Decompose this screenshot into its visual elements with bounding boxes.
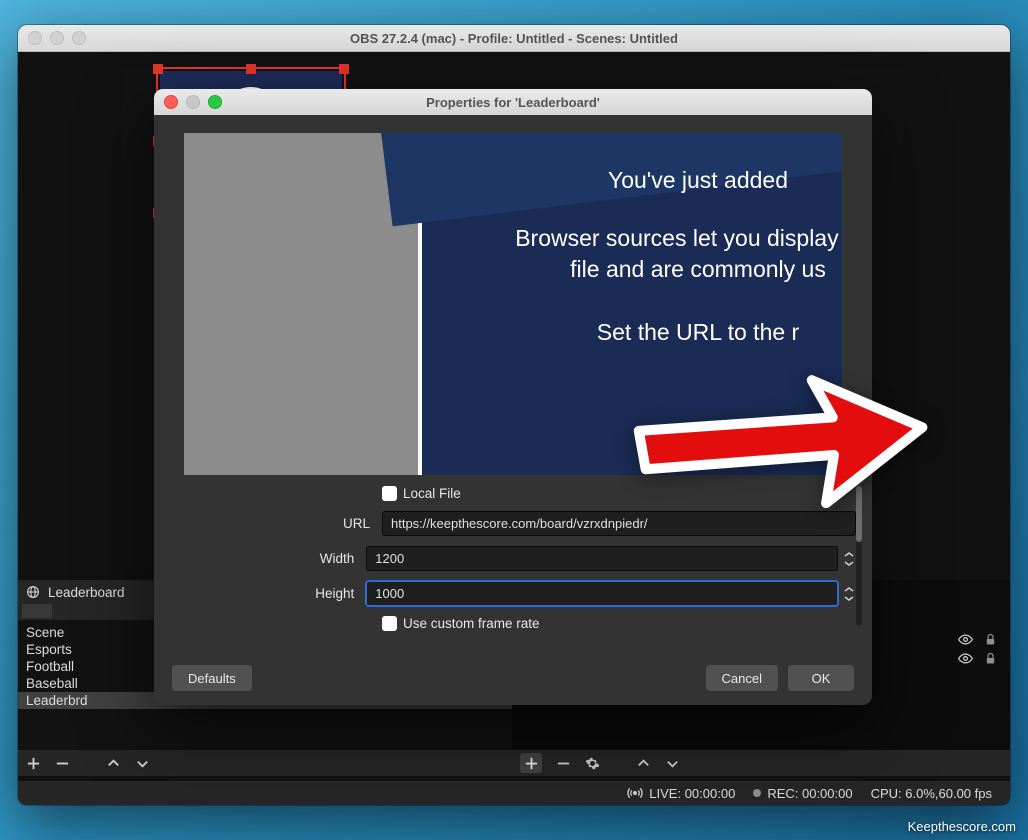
height-row: Height 1000 [240,581,856,606]
height-input[interactable]: 1000 [366,581,838,606]
width-row: Width 1200 [240,546,856,571]
local-file-checkbox[interactable] [382,486,397,501]
minus-icon[interactable] [55,756,70,771]
custom-fps-row: Use custom frame rate [240,616,856,631]
preview-text: Browser sources let you display a w file… [422,223,842,285]
sources-header-label: Leaderboard [48,585,125,600]
ok-button[interactable]: OK [788,665,854,691]
status-rec: REC: 00:00:00 [767,786,852,801]
cancel-button[interactable]: Cancel [706,665,778,691]
width-input[interactable]: 1200 [366,546,838,571]
local-file-row: Local File [240,486,856,501]
properties-form: Local File URL https://keepthescore.com/… [240,486,856,641]
url-row: URL https://keepthescore.com/board/vzrxd… [240,511,856,536]
width-label: Width [240,551,366,566]
url-input[interactable]: https://keepthescore.com/board/vzrxdnpie… [382,511,856,536]
status-live: LIVE: 00:00:00 [649,786,735,801]
custom-fps-checkbox[interactable] [382,616,397,631]
preview-text: Set the URL to the r [422,319,842,346]
width-stepper[interactable] [842,546,856,571]
add-source-button[interactable] [520,753,542,773]
custom-fps-label: Use custom frame rate [403,616,540,631]
footer-credit: Keepthescore.com [908,819,1016,834]
chevron-down-icon [844,560,854,567]
dialog-title: Properties for 'Leaderboard' [154,95,872,110]
local-file-label: Local File [403,486,461,501]
status-bar: LIVE: 00:00:00 REC: 00:00:00 CPU: 6.0%,6… [18,781,1010,805]
gear-icon[interactable] [585,756,600,771]
preview-text: You've just added [422,167,842,194]
resize-handle[interactable] [339,64,349,74]
chevron-up-icon[interactable] [106,756,121,771]
dialog-button-row: Defaults Cancel OK [154,665,872,691]
height-stepper[interactable] [842,581,856,606]
lock-icon[interactable] [983,632,998,647]
chevron-down-icon [844,595,854,602]
lock-icon[interactable] [983,651,998,666]
plus-icon[interactable] [26,756,41,771]
form-scrollbar[interactable] [856,486,862,626]
resize-handle[interactable] [153,64,163,74]
globe-icon [26,585,40,599]
defaults-button[interactable]: Defaults [172,665,252,691]
url-label: URL [240,516,382,531]
record-dot-icon [753,789,761,797]
chevron-down-icon[interactable] [135,756,150,771]
broadcast-icon [627,785,643,801]
plus-icon [524,756,539,771]
chevron-up-icon[interactable] [636,756,651,771]
chevron-up-icon [844,551,854,558]
chevron-up-icon [844,586,854,593]
dialog-titlebar: Properties for 'Leaderboard' [154,89,872,115]
resize-handle[interactable] [246,64,256,74]
scene-toolbar [18,750,520,776]
status-cpu: CPU: 6.0%,60.00 fps [871,786,992,801]
height-label: Height [240,586,366,601]
eye-icon[interactable] [958,632,973,647]
chevron-down-icon[interactable] [665,756,680,771]
eye-icon[interactable] [958,651,973,666]
titlebar: OBS 27.2.4 (mac) - Profile: Untitled - S… [18,25,1010,52]
source-preview: You've just added Browser sources let yo… [184,133,842,475]
window-title: OBS 27.2.4 (mac) - Profile: Untitled - S… [18,31,1010,46]
properties-dialog: Properties for 'Leaderboard' You've just… [154,89,872,705]
source-toolbar [512,750,1010,776]
minus-icon[interactable] [556,756,571,771]
